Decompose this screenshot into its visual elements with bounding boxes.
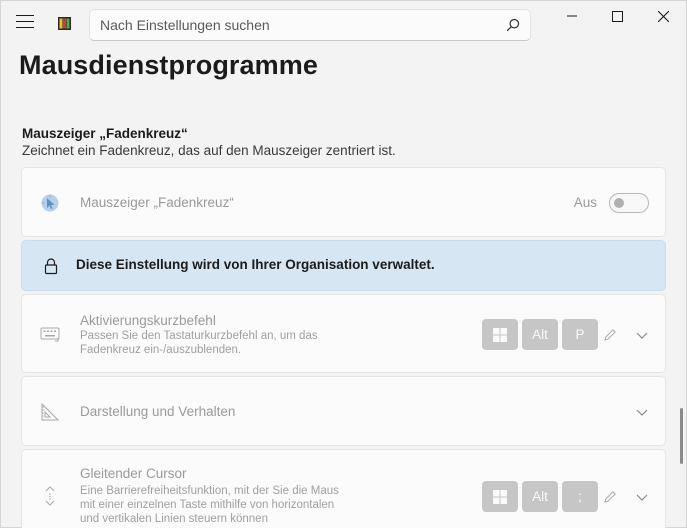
minimize-button[interactable] [549, 4, 595, 28]
vertical-scrollbar[interactable] [680, 408, 683, 464]
gliding-subtitle-line-2: mit einer einzelnen Taste mithilfe von h… [80, 499, 335, 511]
crosshair-toggle-card: Mauszeiger „Fadenkreuz“ Aus [21, 167, 666, 237]
windows-logo-icon [493, 327, 507, 342]
key-alt: Alt [522, 481, 558, 512]
gliding-card-title: Gleitender Cursor [80, 466, 187, 481]
page-title: Mausdienstprogramme [19, 50, 318, 80]
gliding-subtitle-line-1: Eine Barrierefreiheitsfunktion, mit der … [80, 485, 339, 497]
activation-subtitle-line-1: Passen Sie den Tastaturkurzbefehl an, um… [80, 330, 318, 342]
maximize-button[interactable] [594, 4, 640, 28]
maximize-icon [611, 10, 623, 22]
toggle-knob [614, 198, 624, 208]
key-windows [482, 481, 518, 512]
gliding-cursor-card: Gleitender Cursor Eine Barrierefreiheits… [21, 449, 666, 528]
crosshair-pointer-icon [41, 194, 59, 212]
edit-shortcut-icon[interactable] [602, 489, 618, 505]
key-alt: Alt [522, 319, 558, 350]
menu-icon[interactable] [16, 15, 34, 29]
appearance-behavior-card[interactable]: Darstellung und Verhalten [21, 376, 666, 446]
gliding-subtitle-line-3: und vertikalen Linien steuern können [80, 513, 268, 525]
search-box[interactable] [89, 9, 531, 41]
activation-card-title: Aktivierungskurzbefehl [80, 313, 216, 328]
lock-icon [44, 258, 58, 275]
close-icon [657, 10, 669, 22]
keyboard-icon [40, 327, 60, 342]
section-description: Zeichnet ein Fadenkreuz, das auf den Mau… [22, 143, 396, 158]
chevron-down-icon[interactable] [634, 327, 650, 343]
ruler-icon [41, 402, 60, 421]
windows-logo-icon [493, 489, 507, 504]
app-logo-icon [58, 17, 71, 30]
chevron-down-icon[interactable] [634, 489, 650, 505]
search-icon[interactable] [506, 18, 520, 32]
close-button[interactable] [640, 4, 686, 28]
minimize-icon [567, 15, 577, 17]
gliding-card-subtitle: Eine Barrierefreiheitsfunktion, mit der … [80, 484, 339, 526]
edit-shortcut-icon[interactable] [602, 327, 618, 343]
activation-shortcut-card: Aktivierungskurzbefehl Passen Sie den Ta… [21, 294, 666, 373]
section-title: Mauszeiger „Fadenkreuz“ [22, 126, 188, 141]
policy-notice-text: Diese Einstellung wird von Ihrer Organis… [76, 257, 435, 272]
toggle-state-label: Aus [573, 195, 597, 210]
up-down-arrows-icon [45, 486, 55, 506]
chevron-down-icon[interactable] [634, 404, 650, 420]
crosshair-card-title: Mauszeiger „Fadenkreuz“ [80, 195, 234, 210]
key-semicolon: ; [562, 481, 598, 512]
policy-notice: Diese Einstellung wird von Ihrer Organis… [21, 240, 666, 291]
crosshair-toggle-switch[interactable] [609, 193, 649, 213]
key-windows [482, 319, 518, 350]
activation-subtitle-line-2: Fadenkreuz ein-/auszublenden. [80, 344, 242, 356]
activation-card-subtitle: Passen Sie den Tastaturkurzbefehl an, um… [80, 329, 318, 357]
appearance-card-title: Darstellung und Verhalten [80, 404, 236, 419]
key-p: P [562, 319, 598, 350]
search-input[interactable] [100, 10, 500, 40]
